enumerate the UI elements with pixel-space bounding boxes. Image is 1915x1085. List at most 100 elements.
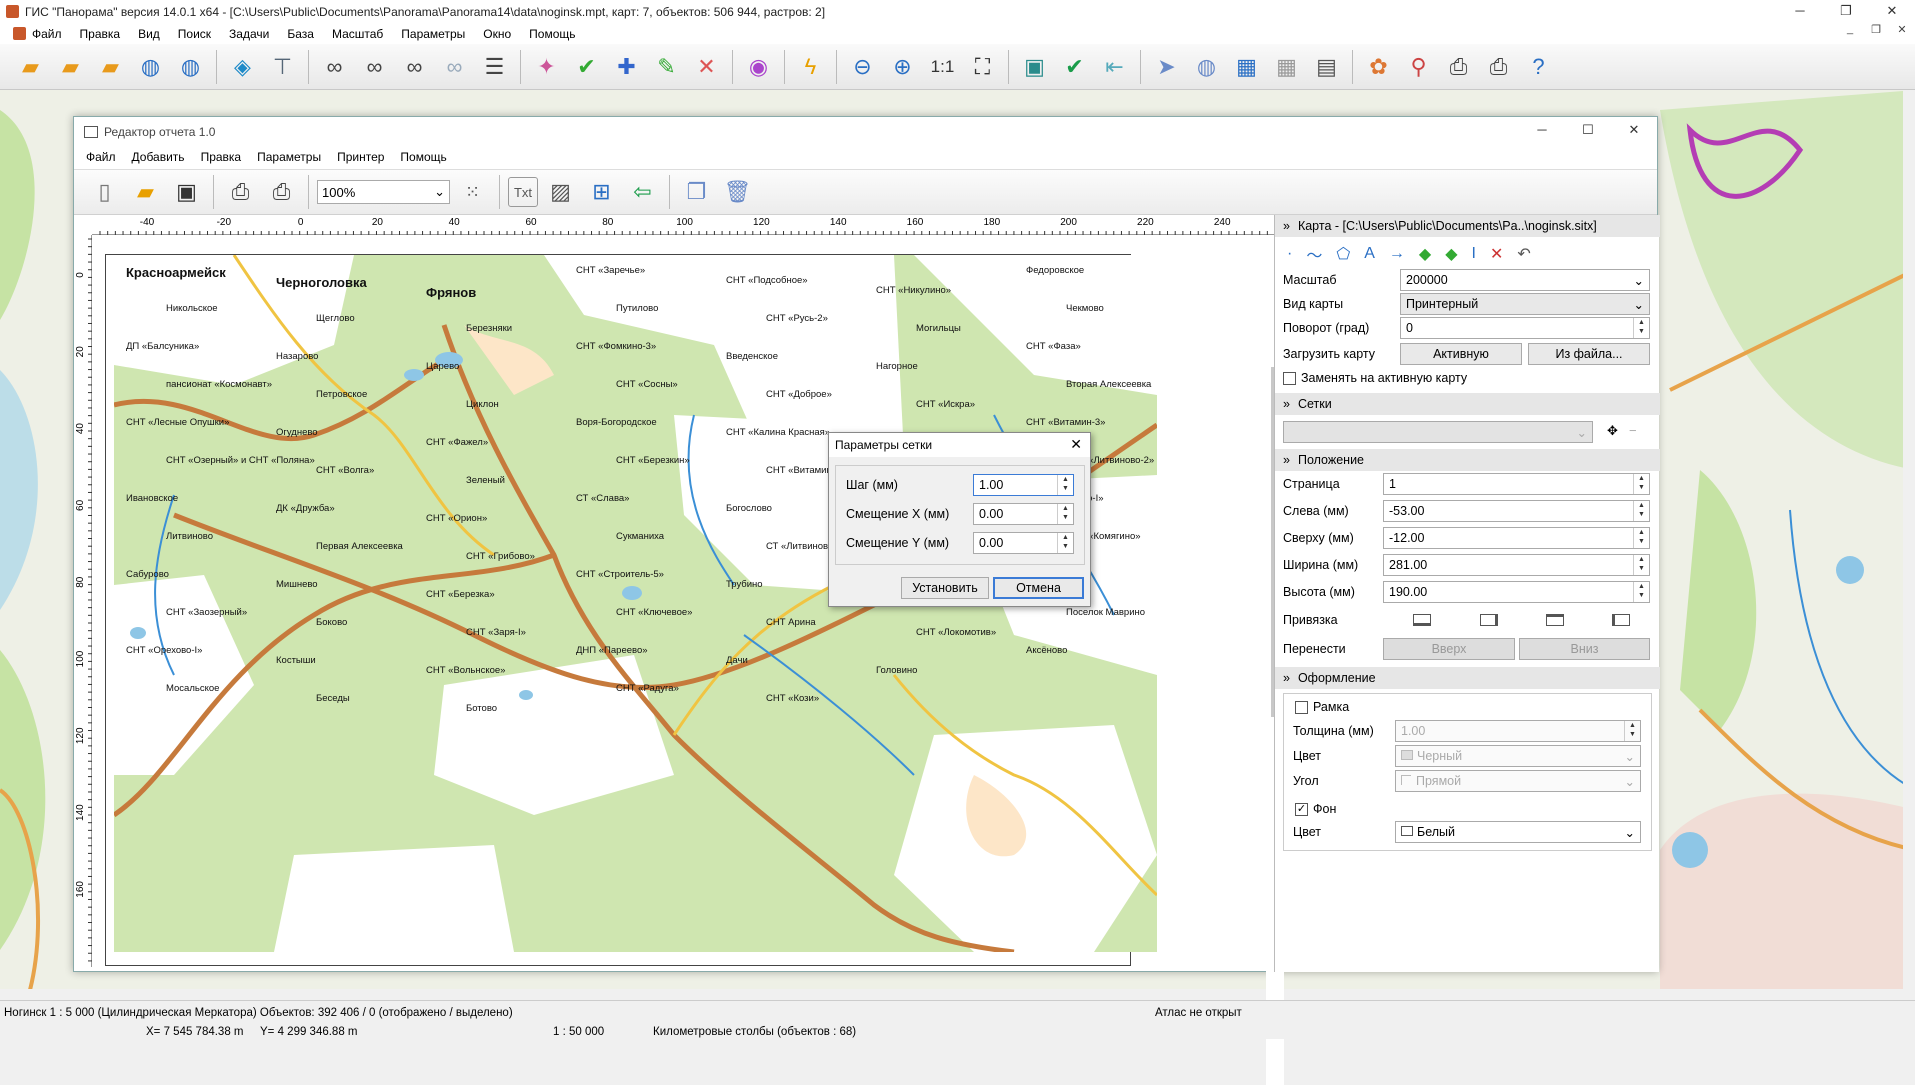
frame-checkbox[interactable]	[1295, 701, 1308, 714]
polygon-icon[interactable]: ⬠	[1336, 244, 1350, 264]
add-object-icon[interactable]: ✚	[608, 48, 645, 85]
save-icon[interactable]: ▣	[168, 174, 205, 211]
undo-icon[interactable]: ↶	[1517, 244, 1530, 264]
insert-text-icon[interactable]: Txt	[508, 177, 538, 207]
width-input[interactable]: 281.00 ▲ ▼	[1383, 554, 1650, 576]
corner-select[interactable]: Прямой ⌄	[1395, 770, 1641, 792]
anchor-bottom-icon[interactable]	[1413, 614, 1431, 626]
grids-section-header[interactable]: » Сетки	[1275, 393, 1660, 415]
move-up-button[interactable]: Вверх	[1383, 638, 1515, 660]
list-icon[interactable]: ☰	[476, 48, 513, 85]
back-arrow-icon[interactable]: ⇤	[1096, 48, 1133, 85]
report-canvas[interactable]: Красноармейск Черноголовка Фрянов СНТ «Заре…	[92, 235, 1284, 1085]
new-doc-icon[interactable]: ▯	[86, 174, 123, 211]
cancel-grid-button[interactable]: Отмена	[993, 577, 1084, 599]
layers-icon[interactable]: ◈	[224, 48, 261, 85]
spin-icon[interactable]: ▲ ▼	[1633, 555, 1649, 575]
binoculars-more-icon[interactable]: ∞	[396, 48, 433, 85]
dbm-icon[interactable]: ▰	[92, 48, 129, 85]
spin-icon[interactable]: ▲ ▼	[1633, 582, 1649, 602]
report-close-button[interactable]: ✕	[1611, 119, 1657, 141]
menu-params[interactable]: Параметры	[392, 27, 474, 41]
close-button[interactable]: ✕	[1869, 0, 1915, 22]
report-menu-file[interactable]: Файл	[78, 150, 124, 164]
print-preview-icon[interactable]: ⎙	[1480, 48, 1517, 85]
restore-button[interactable]: ❐	[1823, 0, 1869, 22]
grid-select[interactable]: ⌄	[1283, 421, 1593, 443]
report-menu-edit[interactable]: Правка	[193, 150, 250, 164]
menu-search[interactable]: Поиск	[169, 27, 220, 41]
report-menu-params[interactable]: Параметры	[249, 150, 329, 164]
mdi-restore-button[interactable]: ❐	[1863, 23, 1889, 36]
menu-file[interactable]: Файл	[4, 27, 71, 41]
mdi-close-button[interactable]: ✕	[1889, 23, 1915, 36]
left-input[interactable]: -53.00 ▲ ▼	[1383, 500, 1650, 522]
design-section-header[interactable]: » Оформление	[1275, 667, 1660, 689]
anchor-left-icon[interactable]	[1612, 614, 1630, 626]
mdi-minimize-button[interactable]: _	[1837, 23, 1863, 36]
cursor-icon[interactable]: ➤	[1148, 48, 1185, 85]
grid-dots-icon[interactable]: ⁙	[454, 174, 491, 211]
globe-cursor-icon[interactable]: ◍	[1188, 48, 1225, 85]
minimize-button[interactable]: ─	[1777, 0, 1823, 22]
menu-window[interactable]: Окно	[474, 27, 520, 41]
replace-checkbox[interactable]	[1283, 372, 1296, 385]
printer-icon[interactable]: ⎙	[1440, 48, 1477, 85]
spin-icon[interactable]: ▲ ▼	[1633, 501, 1649, 521]
mapview-select[interactable]: Принтерный ⌄	[1400, 293, 1650, 315]
anchor-right-icon[interactable]	[1480, 614, 1498, 626]
page-input[interactable]: 1 ▲ ▼	[1383, 473, 1650, 495]
anchor-top-icon[interactable]	[1546, 614, 1564, 626]
insert-map-icon[interactable]: ⊞	[583, 174, 620, 211]
print-setup-icon[interactable]: ⎙	[263, 174, 300, 211]
spin-icon[interactable]: ▲ ▼	[1057, 533, 1073, 553]
remove-grid-icon[interactable]: −	[1629, 423, 1637, 438]
add-map-icon[interactable]: ▰	[52, 48, 89, 85]
bg-color-select[interactable]: Белый ⌄	[1395, 821, 1641, 843]
report-menu-help[interactable]: Помощь	[392, 150, 454, 164]
globe-icon[interactable]: ◍	[132, 48, 169, 85]
binoculars-icon[interactable]: ∞	[316, 48, 353, 85]
lightning-icon[interactable]: ϟ	[792, 48, 829, 85]
map-section-header[interactable]: » Карта - [C:\Users\Public\Documents\Pa..…	[1275, 215, 1660, 237]
form-icon[interactable]: ▤	[1308, 48, 1345, 85]
menu-base[interactable]: База	[278, 27, 323, 41]
spin-icon[interactable]: ▲ ▼	[1624, 721, 1640, 741]
report-menu-printer[interactable]: Принтер	[329, 150, 392, 164]
report-minimize-button[interactable]: ─	[1519, 119, 1565, 141]
frame-icon[interactable]: ▣	[1016, 48, 1053, 85]
trash-icon[interactable]: 🗑	[719, 174, 756, 211]
globe-doc-icon[interactable]: ◍	[172, 48, 209, 85]
menu-edit[interactable]: Правка	[71, 27, 130, 41]
report-maximize-button[interactable]: ☐	[1565, 119, 1611, 141]
delete-object-icon[interactable]: ✕	[688, 48, 725, 85]
from-file-button[interactable]: Из файла...	[1528, 343, 1650, 365]
edit-object-icon[interactable]: ✎	[648, 48, 685, 85]
offset-y-input[interactable]: 0.00 ▲ ▼	[973, 532, 1074, 554]
active-map-button[interactable]: Активную	[1400, 343, 1522, 365]
palette-icon[interactable]: ◉	[740, 48, 777, 85]
menu-view[interactable]: Вид	[129, 27, 169, 41]
fill-series-icon[interactable]: ◆	[1445, 244, 1457, 264]
dialog-close-icon[interactable]: ✕	[1070, 436, 1082, 453]
add-grid-icon[interactable]: ✥	[1607, 423, 1618, 439]
help-cursor-icon[interactable]: ?	[1520, 48, 1557, 85]
check-object-icon[interactable]: ✔	[568, 48, 605, 85]
insert-image-icon[interactable]: ▨	[542, 174, 579, 211]
fill-object-icon[interactable]: ◆	[1419, 244, 1431, 264]
text-icon[interactable]: A	[1364, 245, 1375, 263]
spin-icon[interactable]: ▲ ▼	[1633, 474, 1649, 494]
zoom-in-icon[interactable]: ⊕	[884, 48, 921, 85]
scale-select[interactable]: 200000 ⌄	[1400, 269, 1650, 291]
height-input[interactable]: 190.00 ▲ ▼	[1383, 581, 1650, 603]
apply-icon[interactable]: ✔	[1056, 48, 1093, 85]
delete-fill-icon[interactable]: ✕	[1490, 244, 1503, 264]
menu-scale[interactable]: Масштаб	[323, 27, 392, 41]
open-folder-icon[interactable]: ▰	[12, 48, 49, 85]
fit-all-icon[interactable]: ⛶	[964, 48, 1001, 85]
binoculars-disabled-icon[interactable]: ∞	[436, 48, 473, 85]
binoculars-text-icon[interactable]: ∞	[356, 48, 393, 85]
import-icon[interactable]: ⇦	[624, 174, 661, 211]
zoom-out-icon[interactable]: ⊖	[844, 48, 881, 85]
move-down-button[interactable]: Вниз	[1519, 638, 1650, 660]
